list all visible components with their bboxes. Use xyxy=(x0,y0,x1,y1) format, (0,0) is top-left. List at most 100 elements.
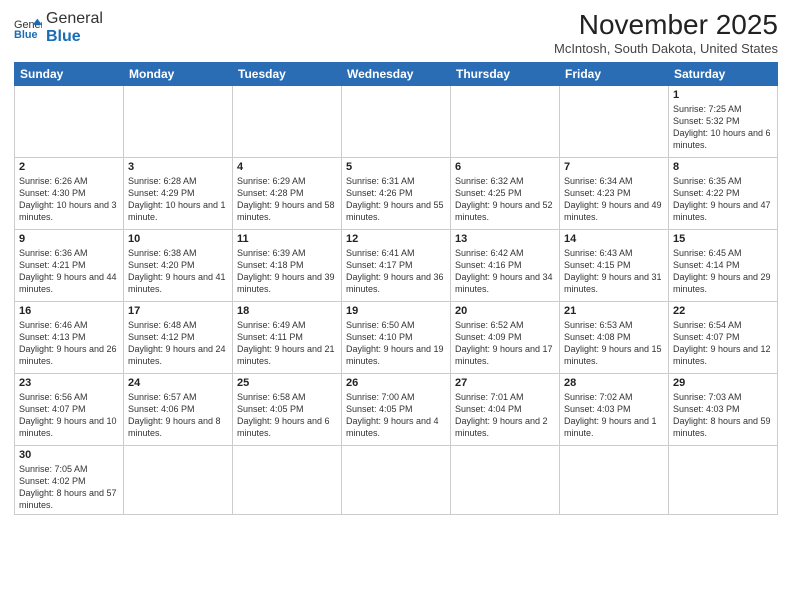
day-number: 14 xyxy=(564,233,664,245)
day-number: 13 xyxy=(455,233,555,245)
day-cell: 12Sunrise: 6:41 AM Sunset: 4:17 PM Dayli… xyxy=(342,229,451,301)
day-cell xyxy=(124,445,233,515)
header: General Blue General Blue November 2025 … xyxy=(14,10,778,56)
day-cell: 27 Sunrise: 7:01 AM Sunset: 4:04 PM Dayli… xyxy=(451,373,560,445)
day-info: Sunrise: 6:56 AM Sunset: 4:07 PM Dayligh… xyxy=(19,391,119,440)
week-row-3: 9Sunrise: 6:36 AM Sunset: 4:21 PM Daylig… xyxy=(15,229,778,301)
day-info: Sunrise: 6:46 AM Sunset: 4:13 PM Dayligh… xyxy=(19,319,119,368)
day-number: 1 xyxy=(673,89,773,101)
day-cell xyxy=(451,445,560,515)
day-info: Sunrise: 7:05 AM Sunset: 4:02 PM Dayligh… xyxy=(19,463,119,512)
day-number: 21 xyxy=(564,305,664,317)
day-info: Sunrise: 6:26 AM Sunset: 4:30 PM Dayligh… xyxy=(19,175,119,224)
day-info: Sunrise: 6:53 AM Sunset: 4:08 PM Dayligh… xyxy=(564,319,664,368)
day-info: Sunrise: 7:03 AM Sunset: 4:03 PM Dayligh… xyxy=(673,391,773,440)
day-cell: 4Sunrise: 6:29 AM Sunset: 4:28 PM Daylig… xyxy=(233,157,342,229)
day-info: Sunrise: 6:32 AM Sunset: 4:25 PM Dayligh… xyxy=(455,175,555,224)
weekday-monday: Monday xyxy=(124,62,233,85)
day-info: Sunrise: 7:00 AM Sunset: 4:05 PM Dayligh… xyxy=(346,391,446,440)
day-number: 6 xyxy=(455,161,555,173)
day-info: Sunrise: 6:35 AM Sunset: 4:22 PM Dayligh… xyxy=(673,175,773,224)
weekday-thursday: Thursday xyxy=(451,62,560,85)
day-cell xyxy=(233,85,342,157)
logo-blue: Blue xyxy=(46,28,103,46)
day-cell xyxy=(560,85,669,157)
day-cell: 14 Sunrise: 6:43 AM Sunset: 4:15 PM Dayli… xyxy=(560,229,669,301)
day-cell xyxy=(15,85,124,157)
day-number: 25 xyxy=(237,377,337,389)
day-cell: 5 Sunrise: 6:31 AM Sunset: 4:26 PM Daylig… xyxy=(342,157,451,229)
day-info: Sunrise: 6:28 AM Sunset: 4:29 PM Dayligh… xyxy=(128,175,228,224)
day-cell: 9Sunrise: 6:36 AM Sunset: 4:21 PM Daylig… xyxy=(15,229,124,301)
day-cell: 29Sunrise: 7:03 AM Sunset: 4:03 PM Dayli… xyxy=(669,373,778,445)
day-info: Sunrise: 6:49 AM Sunset: 4:11 PM Dayligh… xyxy=(237,319,337,368)
day-info: Sunrise: 6:58 AM Sunset: 4:05 PM Dayligh… xyxy=(237,391,337,440)
day-number: 27 xyxy=(455,377,555,389)
day-number: 26 xyxy=(346,377,446,389)
day-number: 5 xyxy=(346,161,446,173)
day-cell: 25 Sunrise: 6:58 AM Sunset: 4:05 PM Dayli… xyxy=(233,373,342,445)
day-cell: 7Sunrise: 6:34 AM Sunset: 4:23 PM Daylig… xyxy=(560,157,669,229)
day-cell: 1Sunrise: 7:25 AM Sunset: 5:32 PM Daylig… xyxy=(669,85,778,157)
day-number: 11 xyxy=(237,233,337,245)
day-info: Sunrise: 6:38 AM Sunset: 4:20 PM Dayligh… xyxy=(128,247,228,296)
week-row-1: 1Sunrise: 7:25 AM Sunset: 5:32 PM Daylig… xyxy=(15,85,778,157)
day-info: Sunrise: 6:39 AM Sunset: 4:18 PM Dayligh… xyxy=(237,247,337,296)
day-cell: 11 Sunrise: 6:39 AM Sunset: 4:18 PM Dayli… xyxy=(233,229,342,301)
day-cell: 17 Sunrise: 6:48 AM Sunset: 4:12 PM Dayli… xyxy=(124,301,233,373)
day-info: Sunrise: 6:41 AM Sunset: 4:17 PM Dayligh… xyxy=(346,247,446,296)
day-cell xyxy=(342,445,451,515)
month-title: November 2025 xyxy=(554,10,778,41)
day-info: Sunrise: 6:54 AM Sunset: 4:07 PM Dayligh… xyxy=(673,319,773,368)
day-number: 19 xyxy=(346,305,446,317)
day-info: Sunrise: 6:48 AM Sunset: 4:12 PM Dayligh… xyxy=(128,319,228,368)
day-number: 10 xyxy=(128,233,228,245)
weekday-header-row: SundayMondayTuesdayWednesdayThursdayFrid… xyxy=(15,62,778,85)
location: McIntosh, South Dakota, United States xyxy=(554,41,778,56)
day-info: Sunrise: 6:50 AM Sunset: 4:10 PM Dayligh… xyxy=(346,319,446,368)
day-cell: 3 Sunrise: 6:28 AM Sunset: 4:29 PM Daylig… xyxy=(124,157,233,229)
day-cell: 21 Sunrise: 6:53 AM Sunset: 4:08 PM Dayli… xyxy=(560,301,669,373)
day-number: 22 xyxy=(673,305,773,317)
logo-general: General xyxy=(46,10,103,28)
day-number: 24 xyxy=(128,377,228,389)
svg-text:Blue: Blue xyxy=(14,29,38,39)
day-number: 7 xyxy=(564,161,664,173)
day-number: 2 xyxy=(19,161,119,173)
day-cell: 28 Sunrise: 7:02 AM Sunset: 4:03 PM Dayli… xyxy=(560,373,669,445)
day-number: 16 xyxy=(19,305,119,317)
day-cell xyxy=(124,85,233,157)
day-cell: 24Sunrise: 6:57 AM Sunset: 4:06 PM Dayli… xyxy=(124,373,233,445)
day-number: 3 xyxy=(128,161,228,173)
day-info: Sunrise: 6:43 AM Sunset: 4:15 PM Dayligh… xyxy=(564,247,664,296)
day-cell: 20Sunrise: 6:52 AM Sunset: 4:09 PM Dayli… xyxy=(451,301,560,373)
week-row-2: 2 Sunrise: 6:26 AM Sunset: 4:30 PM Daylig… xyxy=(15,157,778,229)
day-info: Sunrise: 7:02 AM Sunset: 4:03 PM Dayligh… xyxy=(564,391,664,440)
day-info: Sunrise: 6:52 AM Sunset: 4:09 PM Dayligh… xyxy=(455,319,555,368)
weekday-tuesday: Tuesday xyxy=(233,62,342,85)
logo-icon: General Blue xyxy=(14,17,42,39)
day-cell: 15Sunrise: 6:45 AM Sunset: 4:14 PM Dayli… xyxy=(669,229,778,301)
day-cell: 8 Sunrise: 6:35 AM Sunset: 4:22 PM Daylig… xyxy=(669,157,778,229)
day-number: 30 xyxy=(19,449,119,461)
day-number: 18 xyxy=(237,305,337,317)
week-row-5: 23Sunrise: 6:56 AM Sunset: 4:07 PM Dayli… xyxy=(15,373,778,445)
day-info: Sunrise: 6:31 AM Sunset: 4:26 PM Dayligh… xyxy=(346,175,446,224)
day-number: 28 xyxy=(564,377,664,389)
day-info: Sunrise: 6:29 AM Sunset: 4:28 PM Dayligh… xyxy=(237,175,337,224)
day-cell xyxy=(233,445,342,515)
day-cell xyxy=(451,85,560,157)
day-cell: 13Sunrise: 6:42 AM Sunset: 4:16 PM Dayli… xyxy=(451,229,560,301)
day-number: 8 xyxy=(673,161,773,173)
day-cell: 19 Sunrise: 6:50 AM Sunset: 4:10 PM Dayli… xyxy=(342,301,451,373)
calendar: SundayMondayTuesdayWednesdayThursdayFrid… xyxy=(14,62,778,516)
day-number: 17 xyxy=(128,305,228,317)
day-cell: 10 Sunrise: 6:38 AM Sunset: 4:20 PM Dayli… xyxy=(124,229,233,301)
day-cell: 6 Sunrise: 6:32 AM Sunset: 4:25 PM Daylig… xyxy=(451,157,560,229)
day-info: Sunrise: 7:01 AM Sunset: 4:04 PM Dayligh… xyxy=(455,391,555,440)
day-cell: 2 Sunrise: 6:26 AM Sunset: 4:30 PM Daylig… xyxy=(15,157,124,229)
day-cell: 22 Sunrise: 6:54 AM Sunset: 4:07 PM Dayli… xyxy=(669,301,778,373)
day-cell: 16 Sunrise: 6:46 AM Sunset: 4:13 PM Dayli… xyxy=(15,301,124,373)
weekday-saturday: Saturday xyxy=(669,62,778,85)
day-number: 15 xyxy=(673,233,773,245)
